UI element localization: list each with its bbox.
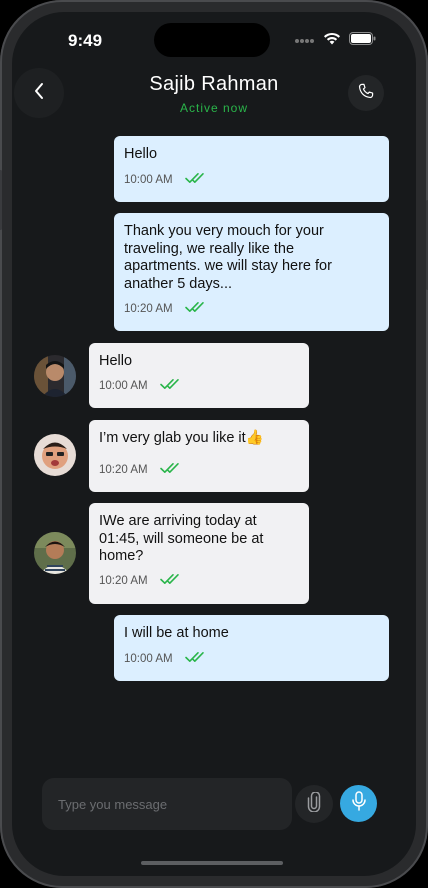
double-check-icon <box>159 378 182 396</box>
message-input[interactable] <box>42 778 292 830</box>
battery-icon <box>349 32 376 50</box>
message-text-line: anather 5 days... <box>124 275 233 292</box>
message-text-line: IWe are arriving today at <box>99 513 257 529</box>
message-bubble-incoming[interactable]: I’m very glab you like it👍 10:20 AM <box>89 420 309 492</box>
message-time: 10:20 AM <box>124 303 173 315</box>
microphone-icon <box>351 791 367 816</box>
message-text-line: Thank you very mouch for your <box>124 223 324 239</box>
message-text-line: apartments. we will stay here for <box>124 258 332 274</box>
chat-header: Sajib Rahman Active now <box>12 68 416 132</box>
message-time: 10:20 AM <box>99 464 148 476</box>
double-check-icon <box>159 462 182 480</box>
message-composer <box>12 778 416 830</box>
dynamic-island <box>154 23 270 57</box>
message-bubble-outgoing[interactable]: I will be at home 10:00 AM <box>114 615 389 681</box>
status-bar: 9:49 <box>12 12 416 68</box>
message-time: 10:00 AM <box>124 653 173 665</box>
signal-icon <box>295 32 315 50</box>
avatar[interactable] <box>34 532 76 574</box>
message-text: I’m very glab you like it👍 <box>99 430 264 446</box>
message-time: 10:20 AM <box>99 575 148 587</box>
message-text-line: home? <box>99 548 144 564</box>
message-text: I will be at home <box>124 625 229 641</box>
double-check-icon <box>184 301 207 319</box>
status-time: 9:49 <box>68 31 103 50</box>
message-bubble-incoming[interactable]: IWe are arriving today at 01:45, will so… <box>89 503 309 604</box>
message-text-line: 01:45, will someone be at <box>99 530 264 547</box>
side-button <box>0 170 2 230</box>
call-button[interactable] <box>348 75 384 111</box>
avatar[interactable] <box>34 434 76 476</box>
chat-screen: 9:49 Sajib Rahman Active now Hello 10:00… <box>12 12 416 876</box>
attach-button[interactable] <box>295 785 333 823</box>
wifi-icon <box>323 32 341 50</box>
message-bubble-outgoing[interactable]: Thank you very mouch for your traveling,… <box>114 213 389 331</box>
message-time: 10:00 AM <box>99 380 148 392</box>
mic-button[interactable] <box>340 785 377 822</box>
message-time: 10:00 AM <box>124 174 173 186</box>
message-text: Hello <box>124 146 158 162</box>
paperclip-icon <box>307 790 321 817</box>
avatar[interactable] <box>34 355 76 397</box>
message-text-line: traveling, we really like the <box>124 240 295 257</box>
home-indicator[interactable] <box>141 861 283 865</box>
double-check-icon <box>184 651 207 669</box>
message-text: Hello <box>99 353 133 369</box>
double-check-icon <box>184 172 207 190</box>
message-bubble-incoming[interactable]: Hello 10:00 AM <box>89 343 309 408</box>
status-icons <box>295 32 376 50</box>
phone-icon <box>357 82 375 105</box>
message-bubble-outgoing[interactable]: Hello 10:00 AM <box>114 136 389 202</box>
double-check-icon <box>159 573 182 591</box>
